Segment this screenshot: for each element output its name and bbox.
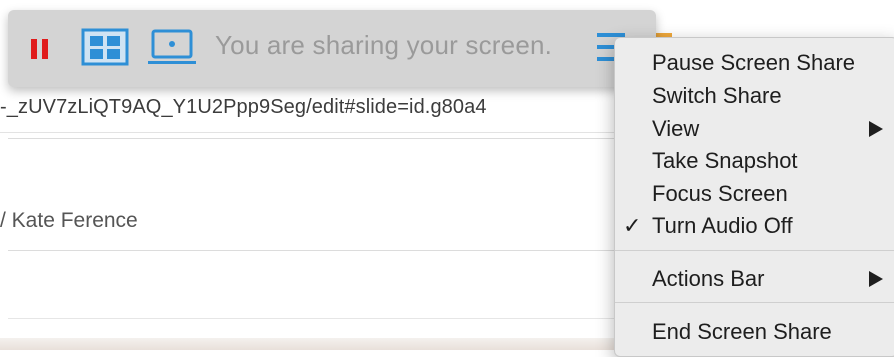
grid-layout-icon[interactable] [81,27,129,67]
menu-item-pause-screen-share[interactable]: Pause Screen Share [615,44,894,76]
owner-label: / Kate Ference [0,209,138,232]
menu-item-turn-audio-off[interactable]: ✓ Turn Audio Off [615,207,894,239]
menu-item-label: Actions Bar [652,266,765,291]
menu-item-label: Pause Screen Share [652,50,856,75]
submenu-arrow-icon [869,121,883,137]
divider [8,138,620,139]
pause-icon[interactable] [30,39,50,59]
menu-item-label: View [652,116,700,141]
submenu-arrow-icon [869,271,883,287]
url-text[interactable]: -_zUV7zLiQT9AQ_Y1U2Ppp9Seg/edit#slide=id… [0,96,487,119]
menu-item-label: Focus Screen [652,181,788,206]
menu-item-switch-share[interactable]: Switch Share [615,77,894,109]
sharing-status-text: You are sharing your screen. [215,30,553,60]
menu-item-label: End Screen Share [652,319,832,344]
menu-separator [615,302,894,303]
menu-separator [615,250,894,251]
checkmark-icon: ✓ [623,213,642,238]
divider [8,250,620,251]
screen-share-toolbar: You are sharing your screen. [8,10,656,87]
menu-item-view[interactable]: View [615,110,894,142]
screen-icon[interactable] [147,27,197,67]
menu-item-end-screen-share[interactable]: End Screen Share [615,313,894,345]
divider [8,318,620,319]
menu-item-take-snapshot[interactable]: Take Snapshot [615,142,894,174]
menu-item-label: Switch Share [652,83,782,108]
menu-item-label: Take Snapshot [652,148,798,173]
menu-item-actions-bar[interactable]: Actions Bar [615,260,894,292]
share-options-menu: Pause Screen Share Switch Share View Tak… [614,37,894,357]
menu-item-focus-screen[interactable]: Focus Screen [615,175,894,207]
menu-item-label: Turn Audio Off [652,213,793,238]
